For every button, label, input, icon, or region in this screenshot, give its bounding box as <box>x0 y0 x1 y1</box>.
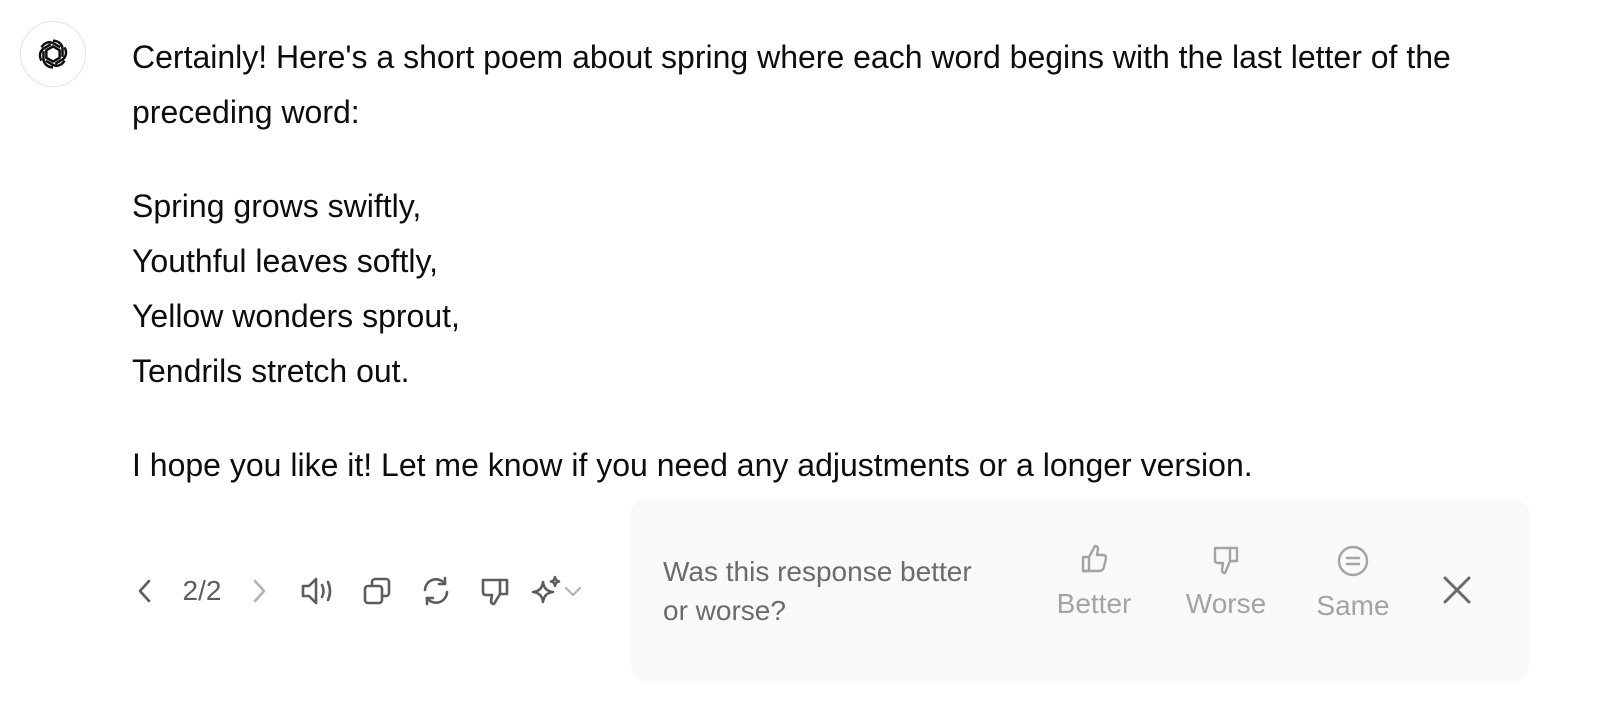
regenerate-icon <box>423 576 448 606</box>
poem: Spring grows swiftly, Youthful leaves so… <box>132 179 1532 399</box>
equal-icon <box>1337 545 1369 577</box>
feedback-question: Was this response better or worse? <box>663 556 972 626</box>
same-button[interactable]: Same <box>1313 544 1393 622</box>
message-closing: I hope you like it! Let me know if you n… <box>132 447 1253 483</box>
message-toolbar: 2/2 <box>130 566 588 616</box>
thumbs-down-icon <box>1213 546 1239 575</box>
speaker-icon <box>301 577 331 605</box>
close-feedback-button[interactable] <box>1435 568 1479 612</box>
worse-button[interactable]: Worse <box>1181 544 1271 620</box>
regenerate-button[interactable] <box>406 569 465 613</box>
chevron-right-icon <box>253 579 266 603</box>
response-pager: 2/2 <box>182 575 222 606</box>
better-button[interactable]: Better <box>1049 544 1139 620</box>
poem-line: Youthful leaves softly, <box>132 243 438 279</box>
comparison-feedback-panel: Was this response better or worse? Bette… <box>631 500 1529 681</box>
thumbs-up-icon <box>1081 544 1108 573</box>
copy-button[interactable] <box>347 569 406 613</box>
next-response-button[interactable] <box>244 571 274 611</box>
read-aloud-button[interactable] <box>288 569 347 613</box>
thumbs-down-icon <box>481 578 508 606</box>
model-switch-button[interactable] <box>524 569 588 613</box>
poem-line: Tendrils stretch out. <box>132 353 410 389</box>
bad-response-button[interactable] <box>465 569 524 613</box>
assistant-avatar <box>20 21 86 87</box>
assistant-message: Certainly! Here's a short poem about spr… <box>132 30 1532 493</box>
copy-icon <box>363 577 390 605</box>
previous-response-button[interactable] <box>130 571 160 611</box>
openai-logo-icon <box>35 37 71 71</box>
poem-line: Yellow wonders sprout, <box>132 298 460 334</box>
poem-line: Spring grows swiftly, <box>132 188 422 224</box>
chevron-left-icon <box>138 579 151 603</box>
better-label: Better <box>1056 588 1132 619</box>
same-label: Same <box>1316 590 1390 621</box>
sparkle-icon <box>531 575 561 604</box>
message-intro: Certainly! Here's a short poem about spr… <box>132 39 1451 130</box>
chevron-down-icon <box>564 586 582 597</box>
close-icon <box>1443 576 1471 604</box>
worse-label: Worse <box>1185 588 1267 619</box>
